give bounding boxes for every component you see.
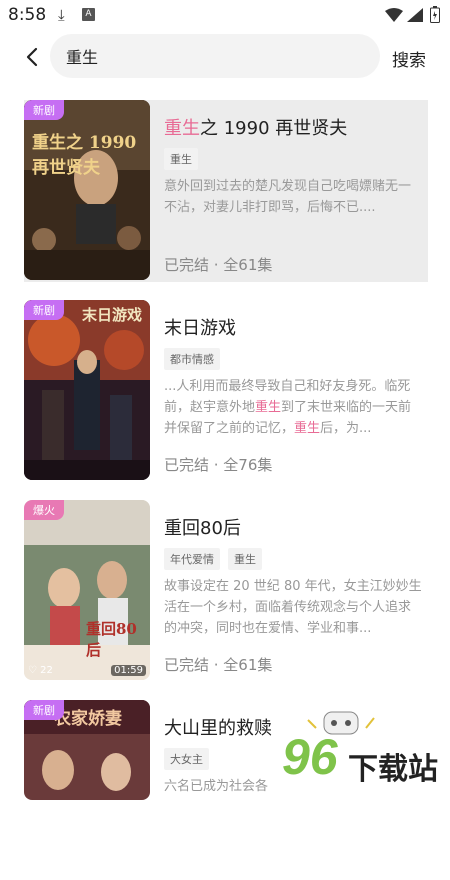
title-rest: 之 1990 再世贤夫 bbox=[200, 118, 348, 139]
battery-icon bbox=[430, 6, 440, 23]
search-header: 搜索 bbox=[0, 34, 450, 80]
result-title[interactable]: 重回80后 bbox=[164, 514, 241, 540]
search-button[interactable]: 搜索 bbox=[392, 46, 426, 71]
status-time: 8:58 bbox=[8, 5, 47, 25]
watermark-text: 下载站 bbox=[348, 752, 438, 787]
tag-list: 都市情感 bbox=[164, 348, 228, 370]
likes-value: 22 bbox=[40, 665, 53, 676]
badge-new: 新剧 bbox=[24, 100, 64, 120]
desc-highlight: 重生 bbox=[294, 421, 321, 436]
wifi-icon bbox=[385, 8, 403, 22]
result-item[interactable]: 末日游戏 新剧 末日游戏 都市情感 ...人利用而最终导致自己和好友身死。临死前… bbox=[24, 300, 428, 482]
likes-count: ♡ 22 bbox=[28, 665, 53, 676]
poster-image[interactable]: 重回80后 爆火 ♡ 22 01:59 bbox=[24, 500, 150, 680]
watermark-digits: 96 bbox=[282, 729, 338, 785]
desc-highlight: 重生 bbox=[255, 400, 282, 415]
tag[interactable]: 重生 bbox=[228, 548, 262, 570]
episode-status: 已完结 · 全61集 bbox=[164, 656, 273, 674]
result-description: ...人利用而最终导致自己和好友身死。临死前，赵宇意外地重生到了末世来临的一天前… bbox=[164, 376, 422, 440]
status-bar: 8:58 ⤓ A bbox=[0, 0, 450, 30]
tag[interactable]: 大女主 bbox=[164, 748, 209, 770]
video-duration: 01:59 bbox=[111, 665, 146, 676]
watermark-logo: 96 下载站 bbox=[278, 708, 450, 800]
app-notification-icon: A bbox=[82, 8, 95, 21]
tag[interactable]: 年代爱情 bbox=[164, 548, 220, 570]
poster-title: 末日游戏 bbox=[82, 306, 143, 324]
result-description: 故事设定在 20 世纪 80 年代，女主江妙妙生活在一个乡村，面临着传统观念与个… bbox=[164, 579, 422, 636]
search-input[interactable] bbox=[66, 34, 366, 78]
result-item[interactable]: 重生之 1990 再世贤夫 新剧 重生之 1990 再世贤夫 重生 意外回到过去… bbox=[24, 100, 428, 282]
result-title[interactable]: 末日游戏 bbox=[164, 314, 236, 340]
title-highlight: 重生 bbox=[164, 118, 200, 139]
badge-new: 新剧 bbox=[24, 300, 64, 320]
result-title[interactable]: 重生之 1990 再世贤夫 bbox=[164, 114, 347, 140]
poster-title: 重回80后 bbox=[86, 620, 137, 659]
episode-status: 已完结 · 全61集 bbox=[164, 256, 273, 274]
result-description: 意外回到过去的楚凡发现自己吃喝嫖赌无一不沾，对妻儿非打即骂，后悔不已.... bbox=[164, 179, 412, 215]
result-info: 重回80后 年代爱情 重生 故事设定在 20 世纪 80 年代，女主江妙妙生活在一… bbox=[164, 500, 426, 680]
result-item[interactable]: 重回80后 爆火 ♡ 22 01:59 重回80后 年代爱情 重生 故事设定在 2… bbox=[24, 500, 428, 682]
poster-image[interactable]: 重生之 1990 再世贤夫 新剧 bbox=[24, 100, 150, 280]
tag-list: 年代爱情 重生 bbox=[164, 548, 270, 570]
poster-image[interactable]: 农家娇妻 新剧 bbox=[24, 700, 150, 800]
poster-title: 农家娇妻 bbox=[54, 709, 122, 729]
search-bar[interactable] bbox=[50, 34, 380, 78]
poster-art bbox=[24, 300, 150, 480]
poster-art bbox=[24, 100, 150, 280]
result-info: 末日游戏 都市情感 ...人利用而最终导致自己和好友身死。临死前，赵宇意外地重生… bbox=[164, 300, 426, 480]
download-icon: ⤓ bbox=[58, 6, 65, 24]
back-arrow-icon[interactable] bbox=[18, 42, 48, 72]
tag-list: 大女主 bbox=[164, 748, 217, 770]
tag[interactable]: 都市情感 bbox=[164, 348, 220, 370]
tag[interactable]: 重生 bbox=[164, 148, 198, 170]
poster-title: 重生之 1990 再世贤夫 bbox=[32, 133, 137, 178]
desc-text: 后，为... bbox=[320, 421, 372, 436]
result-title[interactable]: 大山里的救赎 bbox=[164, 714, 272, 740]
signal-icon bbox=[407, 8, 423, 22]
badge-hot: 爆火 bbox=[24, 500, 64, 520]
tag-list: 重生 bbox=[164, 148, 206, 170]
poster-image[interactable]: 末日游戏 新剧 bbox=[24, 300, 150, 480]
episode-status: 已完结 · 全76集 bbox=[164, 456, 273, 474]
result-info: 重生之 1990 再世贤夫 重生 意外回到过去的楚凡发现自己吃喝嫖赌无一不沾，对… bbox=[164, 100, 426, 280]
badge-new: 新剧 bbox=[24, 700, 64, 720]
